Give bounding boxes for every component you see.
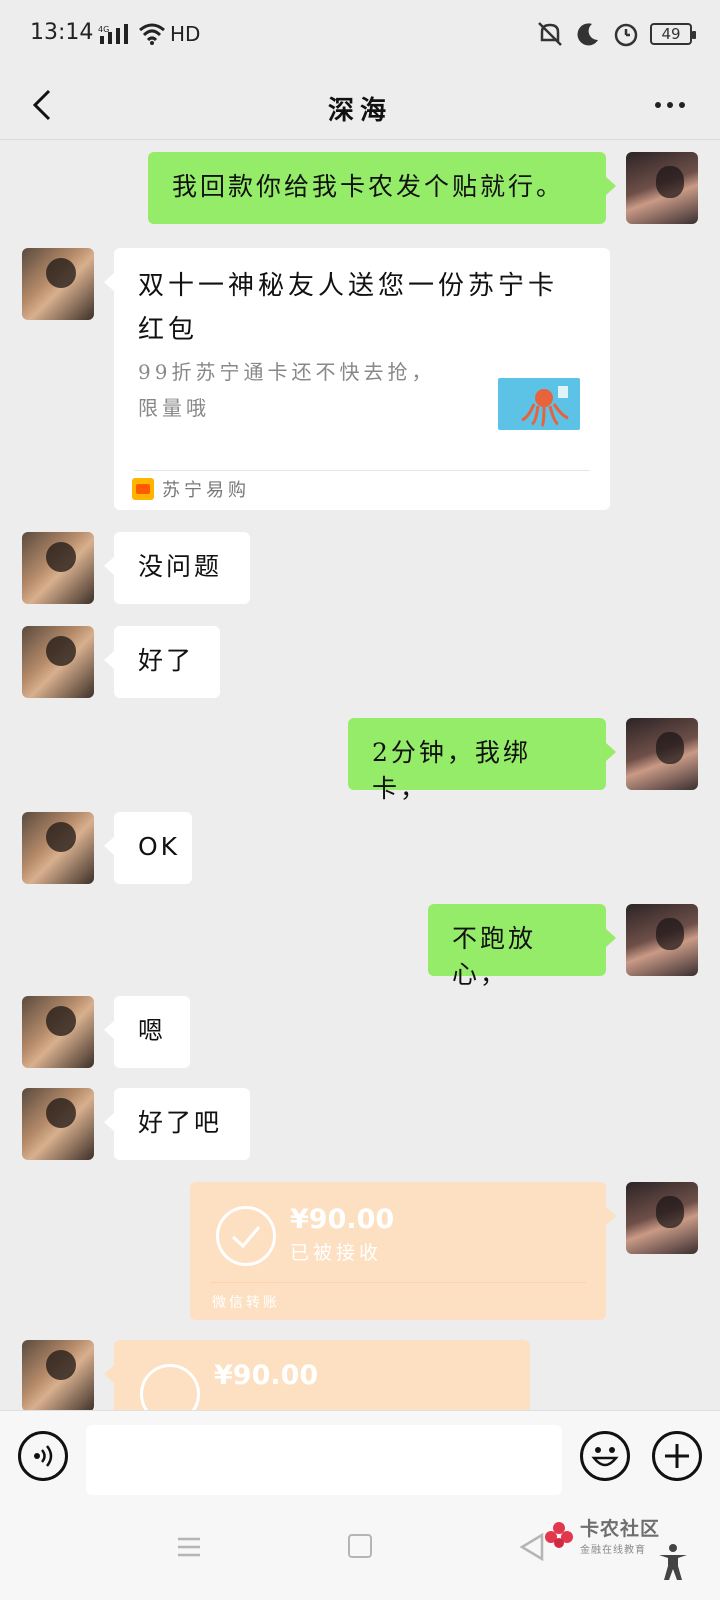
suning-logo-icon [132, 478, 154, 500]
watermark-subtitle: 金融在线教育 [580, 1545, 646, 1556]
status-bar: 13:14 4G HD 49 [0, 0, 720, 70]
chat-title: 深海 [327, 96, 392, 126]
home-button[interactable] [348, 1534, 372, 1558]
system-nav-bar: 卡农社区 金融在线教育 [0, 1502, 720, 1600]
message-text: 好了 [138, 646, 195, 675]
message-bubble-received[interactable]: 好了吧 [104, 1088, 250, 1160]
message-text: OK [138, 832, 181, 861]
wifi-icon [139, 23, 165, 45]
plus-icon [665, 1444, 689, 1468]
emoji-button[interactable] [580, 1431, 630, 1481]
message-bubble-received[interactable]: 好了 [104, 626, 220, 698]
message-list[interactable]: 我回款你给我卡农发个贴就行。 双十一神秘友人送您一份苏宁卡红包 99折苏宁通卡还… [0, 140, 720, 1410]
link-card-source: 苏宁易购 [132, 476, 250, 502]
message-bubble-received[interactable]: OK [104, 812, 192, 884]
transfer-status: 已被接收 [290, 1242, 383, 1264]
link-card-description: 99折苏宁通卡还不快去抢，限量哦 [138, 360, 436, 420]
link-card-source-name: 苏宁易购 [162, 480, 250, 501]
more-dots-icon [655, 102, 661, 108]
link-card[interactable]: 双十一神秘友人送您一份苏宁卡红包 99折苏宁通卡还不快去抢，限量哦 苏宁易购 [104, 248, 610, 510]
watermark: 卡农社区 金融在线教育 [544, 1514, 660, 1556]
network-type: 4G [98, 25, 109, 34]
accessibility-icon[interactable] [656, 1542, 690, 1582]
contact-avatar[interactable] [22, 812, 94, 884]
alarm-icon [614, 23, 638, 47]
more-functions-button[interactable] [652, 1431, 702, 1481]
link-card-title: 双十一神秘友人送您一份苏宁卡红包 [138, 271, 559, 345]
watermark-name: 卡农社区 [580, 1518, 661, 1540]
contact-avatar[interactable] [22, 996, 94, 1068]
transfer-card-received[interactable]: ¥90.00 [104, 1340, 530, 1410]
message-input[interactable] [86, 1425, 562, 1495]
link-card-thumbnail [498, 378, 580, 430]
message-text: 2分钟，我绑卡， [372, 738, 531, 803]
message-bubble-sent[interactable]: 我回款你给我卡农发个贴就行。 [148, 152, 616, 224]
contact-avatar[interactable] [22, 532, 94, 604]
status-right-group: 49 [536, 20, 696, 48]
mute-icon [538, 22, 562, 46]
check-circle-icon [216, 1206, 276, 1266]
message-text: 我回款你给我卡农发个贴就行。 [172, 172, 565, 201]
message-bubble-sent[interactable]: 2分钟，我绑卡， [348, 718, 616, 803]
signal-icon: 4G [98, 24, 128, 44]
octopus-image-icon [521, 386, 569, 428]
check-circle-icon [140, 1364, 200, 1410]
message-bubble-sent[interactable]: 不跑放心， [428, 904, 616, 989]
smiley-icon [591, 1447, 619, 1467]
hd-indicator: HD [170, 22, 201, 46]
contact-avatar[interactable] [22, 248, 94, 320]
voice-input-button[interactable] [18, 1431, 68, 1481]
kanong-logo-icon [545, 1522, 573, 1548]
transfer-amount: ¥90.00 [214, 1360, 319, 1391]
transfer-card-sent[interactable]: ¥90.00 已被接收 微信转账 [190, 1182, 616, 1320]
chat-header: 深海 [0, 70, 720, 140]
message-text: 没问题 [138, 552, 223, 581]
my-avatar[interactable] [626, 1182, 698, 1254]
link-card-divider [134, 470, 590, 471]
my-avatar[interactable] [626, 152, 698, 224]
nav-back-icon[interactable] [518, 1532, 546, 1562]
input-bar [0, 1410, 720, 1502]
contact-avatar[interactable] [22, 626, 94, 698]
battery-indicator: 49 [650, 23, 696, 45]
voice-icon [34, 1445, 53, 1467]
menu-icon[interactable] [176, 1534, 202, 1560]
contact-avatar[interactable] [22, 1340, 94, 1410]
message-bubble-received[interactable]: 没问题 [104, 532, 250, 604]
contact-avatar[interactable] [22, 1088, 94, 1160]
message-text: 不跑放心， [452, 924, 537, 989]
moon-icon [577, 23, 598, 46]
message-text: 好了吧 [138, 1108, 223, 1137]
transfer-footer: 微信转账 [212, 1295, 280, 1311]
status-time: 13:14 [30, 20, 94, 45]
message-bubble-received[interactable]: 嗯 [104, 996, 190, 1068]
transfer-divider [210, 1282, 586, 1283]
more-options-button[interactable] [640, 82, 700, 128]
message-text: 嗯 [138, 1016, 167, 1045]
my-avatar[interactable] [626, 904, 698, 976]
my-avatar[interactable] [626, 718, 698, 790]
transfer-amount: ¥90.00 [290, 1204, 395, 1235]
